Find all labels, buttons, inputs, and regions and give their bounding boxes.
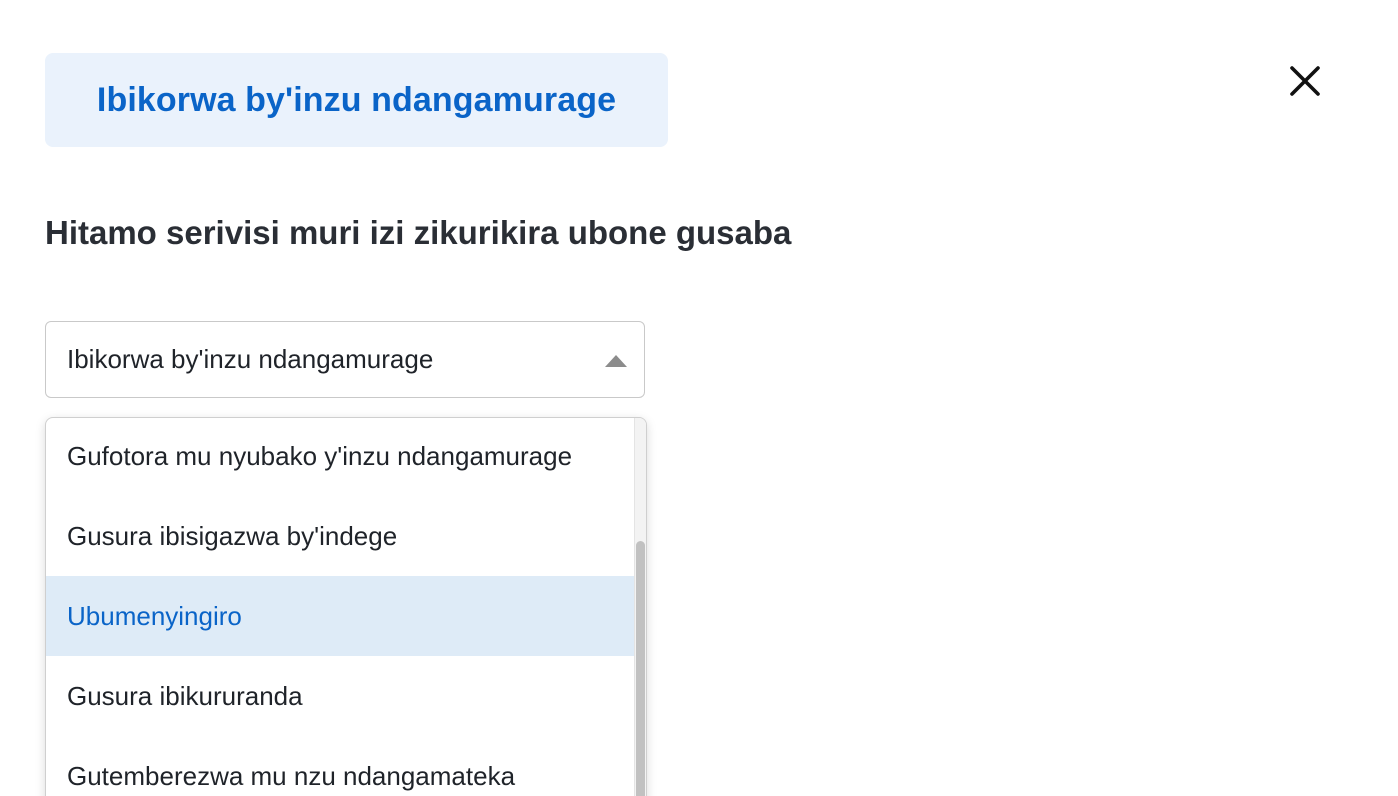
- dropdown-option[interactable]: Gufotora mu nyubako y'inzu ndangamurage: [46, 418, 634, 496]
- dropdown-option-highlighted[interactable]: Ubumenyingiro: [46, 576, 634, 656]
- dropdown-option-label: Gusura ibisigazwa by'indege: [67, 520, 398, 551]
- close-button[interactable]: [1282, 58, 1328, 104]
- dropdown-option[interactable]: Gusura ibikururanda: [46, 656, 634, 736]
- service-select[interactable]: Ibikorwa by'inzu ndangamurage: [45, 321, 645, 398]
- service-select-value: Ibikorwa by'inzu ndangamurage: [67, 344, 434, 374]
- service-request-page: Ibikorwa by'inzu ndangamurage Hitamo ser…: [0, 0, 1398, 796]
- dropdown-scrollbar-thumb[interactable]: [636, 541, 645, 796]
- dropdown-option-label: Gutemberezwa mu nzu ndangamateka: [67, 760, 516, 791]
- service-prompt-heading: Hitamo serivisi muri izi zikurikira ubon…: [45, 214, 792, 251]
- dropdown-option-label: Gufotora mu nyubako y'inzu ndangamurage: [67, 440, 573, 471]
- dropdown-option[interactable]: Gusura ibisigazwa by'indege: [46, 496, 634, 576]
- caret-up-icon: [605, 355, 627, 367]
- dropdown-option-label: Ubumenyingiro: [67, 600, 242, 631]
- service-options-dropdown[interactable]: Gufotora mu nyubako y'inzu ndangamurage …: [45, 417, 647, 796]
- dropdown-option-label: Gusura ibikururanda: [67, 680, 303, 711]
- category-title-badge: Ibikorwa by'inzu ndangamurage: [45, 53, 668, 147]
- dropdown-option[interactable]: Gutemberezwa mu nzu ndangamateka: [46, 736, 634, 796]
- category-title: Ibikorwa by'inzu ndangamurage: [96, 80, 617, 119]
- close-icon: [1290, 66, 1320, 96]
